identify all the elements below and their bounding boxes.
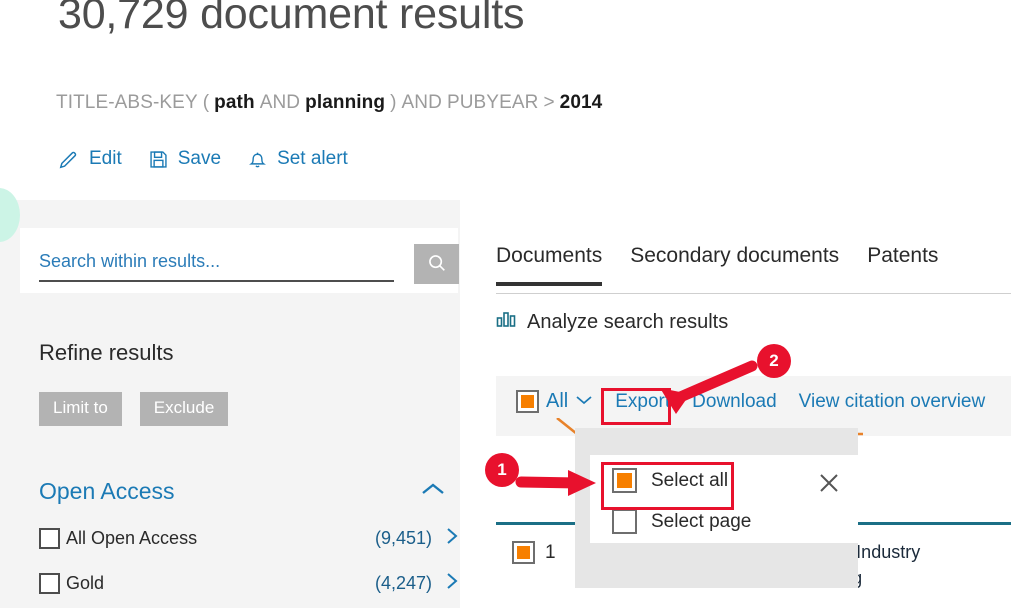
facet-open-access: Open Access All Open Access (9,451) Gold…	[39, 478, 458, 595]
select-all-dropdown-toggle[interactable]: All	[516, 390, 593, 413]
query-term-1: path	[214, 92, 255, 113]
facet-open-access-header[interactable]: Open Access	[39, 478, 458, 505]
chevron-up-icon[interactable]	[418, 479, 448, 504]
edit-label: Edit	[89, 148, 122, 169]
search-within-results-card	[20, 228, 459, 293]
facet-checkbox-all-open-access[interactable]	[39, 528, 60, 549]
export-link[interactable]: Export	[615, 391, 670, 413]
result-row-selector[interactable]: 1	[512, 541, 556, 564]
facet-count-all-open-access: (9,451)	[374, 528, 432, 548]
query-field-1: TITLE-ABS-KEY	[56, 92, 198, 113]
query-field-2: PUBYEAR	[446, 92, 539, 113]
menu-item-select-page[interactable]: Select page	[612, 509, 751, 534]
facet-row-all-open-access[interactable]: All Open Access (9,451)	[39, 527, 458, 550]
query-close-paren: )	[390, 92, 397, 113]
menu-item-select-page-label: Select page	[651, 510, 752, 532]
close-icon[interactable]	[818, 472, 840, 494]
facet-checkbox-gold[interactable]	[39, 573, 60, 594]
results-toolbar: All Export Download View citation overvi…	[496, 376, 1011, 436]
tab-documents[interactable]: Documents	[496, 244, 603, 286]
limit-to-button[interactable]: Limit to	[39, 392, 122, 426]
chevron-right-icon[interactable]	[446, 572, 458, 595]
save-label: Save	[177, 148, 222, 169]
floppy-disk-icon	[148, 149, 169, 170]
exclude-button[interactable]: Exclude	[139, 392, 229, 426]
chevron-right-icon[interactable]	[446, 527, 458, 550]
search-within-input[interactable]	[39, 246, 394, 282]
facet-title: Open Access	[39, 478, 175, 504]
query-operator-2: AND	[401, 92, 442, 113]
menu-item-select-all[interactable]: Select all	[612, 468, 728, 493]
tab-secondary-documents[interactable]: Secondary documents	[630, 244, 839, 286]
search-submit-button[interactable]	[414, 244, 459, 284]
search-icon	[426, 252, 448, 277]
refine-action-buttons: Limit to Exclude	[39, 392, 229, 426]
save-query-button[interactable]: Save	[148, 148, 221, 170]
facet-label-gold: Gold	[66, 573, 105, 593]
page-header: 30,729 document results TITLE-ABS-KEY(pa…	[0, 0, 1011, 200]
refine-sidebar: Refine results Limit to Exclude Open Acc…	[20, 228, 459, 608]
select-page-menu-checkbox[interactable]	[612, 509, 637, 534]
query-actions: Edit Save Set alert	[58, 148, 348, 170]
analyze-search-results-link[interactable]: Analyze search results	[496, 310, 728, 334]
select-all-checkbox[interactable]	[516, 390, 539, 413]
bar-chart-icon	[496, 310, 518, 334]
facet-count-gold: (4,247)	[374, 573, 432, 593]
tab-patents[interactable]: Patents	[867, 244, 938, 286]
page-title: 30,729 document results	[58, 0, 525, 38]
select-all-menu-checkbox[interactable]	[612, 468, 637, 493]
set-alert-label: Set alert	[277, 148, 348, 169]
query-comparator: >	[543, 92, 555, 113]
results-tabs: Documents Secondary documents Patents	[496, 244, 938, 286]
search-query-summary: TITLE-ABS-KEY(path AND planning) AND PUBYEAR…	[56, 92, 602, 114]
query-open-paren: (	[202, 92, 210, 113]
query-value: 2014	[559, 92, 603, 113]
set-alert-button[interactable]: Set alert	[247, 148, 348, 170]
tab-divider	[496, 293, 1011, 294]
analyze-label: Analyze search results	[527, 310, 729, 333]
view-citation-overview-link[interactable]: View citation overview	[799, 391, 986, 413]
refine-results-heading: Refine results	[39, 340, 174, 365]
query-term-2: planning	[305, 92, 386, 113]
facet-row-gold[interactable]: Gold (4,247)	[39, 572, 458, 595]
query-operator-1: AND	[259, 92, 301, 113]
download-link[interactable]: Download	[692, 391, 777, 413]
edit-query-button[interactable]: Edit	[58, 148, 122, 170]
bell-icon	[247, 149, 268, 170]
select-all-label: All	[546, 390, 569, 412]
menu-item-select-all-label: Select all	[651, 469, 729, 491]
result-checkbox[interactable]	[512, 541, 535, 564]
pencil-icon	[58, 148, 80, 170]
select-all-dropdown-menu: Select all Select page	[590, 455, 858, 543]
facet-label-all-open-access: All Open Access	[66, 528, 198, 548]
result-index: 1	[545, 541, 556, 563]
chevron-down-icon[interactable]	[575, 393, 593, 411]
